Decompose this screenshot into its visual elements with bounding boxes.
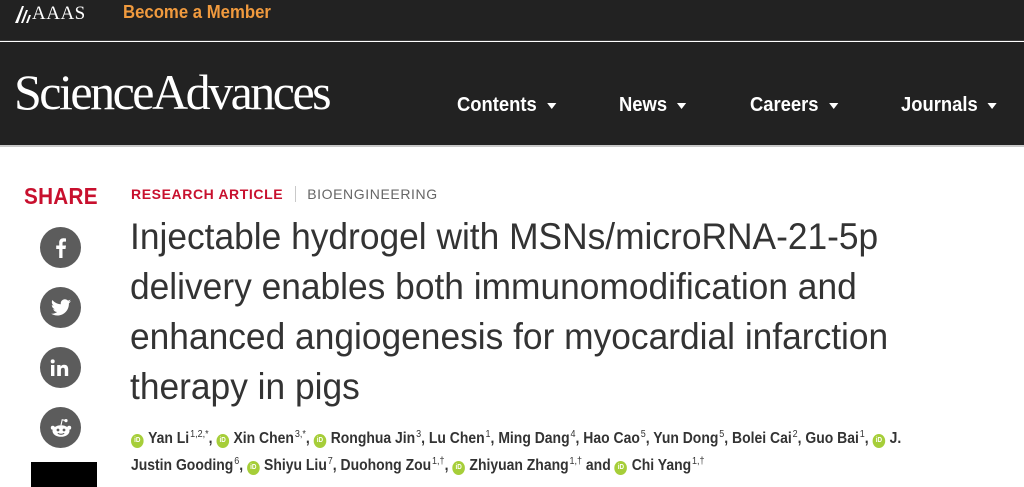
- nav-careers[interactable]: Careers: [750, 92, 838, 118]
- article-type-link[interactable]: RESEARCH ARTICLE: [131, 186, 283, 202]
- author[interactable]: iD Yan Li1,2,*: [131, 429, 209, 448]
- twitter-icon: [50, 299, 71, 316]
- main-navigation: ScienceAdvances Contents News Careers Jo…: [0, 42, 1024, 147]
- author-line: Justin Gooding6, iD Shiyu Liu7, Duohong Z…: [131, 452, 923, 479]
- author[interactable]: Yun Dong5: [653, 430, 724, 448]
- share-facebook-button[interactable]: [40, 227, 81, 268]
- share-linkedin-button[interactable]: [40, 347, 81, 388]
- nav-contents-label: Contents: [457, 93, 537, 116]
- orcid-icon[interactable]: iD: [313, 433, 327, 448]
- separator: ,: [332, 457, 337, 474]
- author[interactable]: iD Ronghua Jin3: [313, 430, 421, 448]
- orcid-icon[interactable]: iD: [452, 460, 465, 475]
- author-affiliation: 1,†: [569, 456, 583, 467]
- author[interactable]: Guo Bai1: [805, 430, 864, 448]
- orcid-icon[interactable]: iD: [131, 433, 144, 448]
- title-line: therapy in pigs: [130, 366, 360, 407]
- author[interactable]: Ming Dang4: [498, 430, 575, 448]
- separator: ,: [490, 430, 495, 447]
- article-field-link[interactable]: BIOENGINEERING: [307, 186, 438, 202]
- author-name: Hao Cao: [583, 430, 640, 447]
- article-meta: RESEARCH ARTICLE BIOENGINEERING: [131, 186, 438, 202]
- chevron-down-icon: [546, 103, 557, 109]
- author-name: Bolei Cai: [732, 430, 792, 447]
- aaas-mark-icon: [15, 5, 31, 23]
- aaas-label: AAAS: [32, 3, 86, 24]
- author[interactable]: Duohong Zou1,†: [340, 456, 445, 475]
- author-line: iD Yan Li1,2,*, iD Xin Chen3,*, iD Ronghua …: [131, 425, 923, 452]
- orcid-icon[interactable]: iD: [216, 433, 229, 448]
- author-affiliation: 1,†: [692, 456, 705, 467]
- separator: ,: [239, 457, 244, 474]
- separator: ,: [208, 430, 213, 447]
- author-name: Xin Chen: [233, 430, 294, 447]
- share-label: SHARE: [24, 183, 98, 209]
- author-name: Shiyu Liu: [264, 457, 327, 474]
- science-advances-logo[interactable]: ScienceAdvances: [14, 67, 332, 117]
- separator: ,: [864, 430, 869, 447]
- separator: ,: [724, 430, 729, 447]
- title-line: Injectable hydrogel with MSNs/microRNA-2…: [130, 216, 879, 257]
- author-name: Lu Chen: [428, 430, 485, 447]
- author-name: Zhiyuan Zhang: [469, 457, 569, 474]
- nav-news-label: News: [619, 93, 668, 116]
- author-name: Yan Li: [148, 430, 190, 447]
- reddit-icon: [50, 418, 71, 437]
- linkedin-icon: [50, 358, 68, 376]
- separator: ,: [645, 430, 650, 447]
- author-name: Ming Dang: [498, 430, 570, 447]
- meta-divider: [295, 186, 297, 202]
- author-name: Justin Gooding: [131, 457, 234, 474]
- author[interactable]: iD J.: [872, 430, 902, 448]
- author[interactable]: iD Xin Chen3,*: [216, 429, 306, 448]
- author-name: Chi Yang: [631, 457, 692, 474]
- article-title: Injectable hydrogel with MSNs/microRNA-2…: [130, 212, 951, 412]
- top-bar: AAAS Become a Member: [0, 0, 1024, 41]
- separator: ,: [797, 430, 802, 447]
- and-word: and: [585, 457, 611, 474]
- chevron-down-icon: [987, 103, 998, 109]
- facebook-icon: [55, 237, 66, 258]
- author[interactable]: Bolei Cai2: [732, 430, 798, 448]
- author[interactable]: iD Chi Yang1,†: [614, 456, 705, 475]
- author-name: Ronghua Jin: [330, 430, 416, 447]
- author-affiliation: 1,†: [432, 456, 445, 467]
- separator: ,: [575, 430, 580, 447]
- aaas-logo[interactable]: AAAS: [15, 3, 86, 24]
- orcid-icon[interactable]: iD: [246, 460, 260, 475]
- become-member-link[interactable]: Become a Member: [123, 2, 271, 23]
- author-name: Guo Bai: [805, 430, 859, 447]
- nav-journals[interactable]: Journals: [901, 92, 998, 118]
- title-line: delivery enables both immunomodification…: [130, 266, 857, 307]
- orcid-icon[interactable]: iD: [872, 433, 886, 448]
- orcid-icon[interactable]: iD: [614, 460, 628, 475]
- share-reddit-button[interactable]: [40, 407, 81, 448]
- chevron-down-icon: [677, 103, 687, 109]
- author-list: iD Yan Li1,2,*, iD Xin Chen3,*, iD Ronghua …: [131, 425, 923, 479]
- author[interactable]: iD Zhiyuan Zhang1,†: [452, 456, 583, 475]
- author[interactable]: Justin Gooding6: [131, 457, 239, 475]
- separator: ,: [444, 457, 449, 474]
- author[interactable]: Hao Cao5: [583, 430, 645, 448]
- nav-journals-label: Journals: [901, 93, 978, 116]
- author-name: Yun Dong: [653, 430, 719, 447]
- author[interactable]: Lu Chen1: [428, 430, 491, 448]
- author-affiliation: 3,*: [294, 429, 306, 440]
- author-name: Duohong Zou: [340, 457, 432, 474]
- black-block: [31, 462, 97, 487]
- separator: ,: [305, 430, 310, 447]
- author-affiliation: 1,2,*: [190, 429, 209, 440]
- nav-careers-label: Careers: [750, 93, 819, 116]
- chevron-down-icon: [828, 103, 838, 109]
- author-name: J.: [889, 430, 902, 447]
- share-twitter-button[interactable]: [40, 287, 81, 328]
- nav-news[interactable]: News: [619, 92, 687, 118]
- separator: ,: [421, 430, 425, 447]
- title-line: enhanced angiogenesis for myocardial inf…: [130, 316, 889, 357]
- nav-contents[interactable]: Contents: [457, 92, 557, 118]
- author[interactable]: iD Shiyu Liu7: [246, 457, 333, 475]
